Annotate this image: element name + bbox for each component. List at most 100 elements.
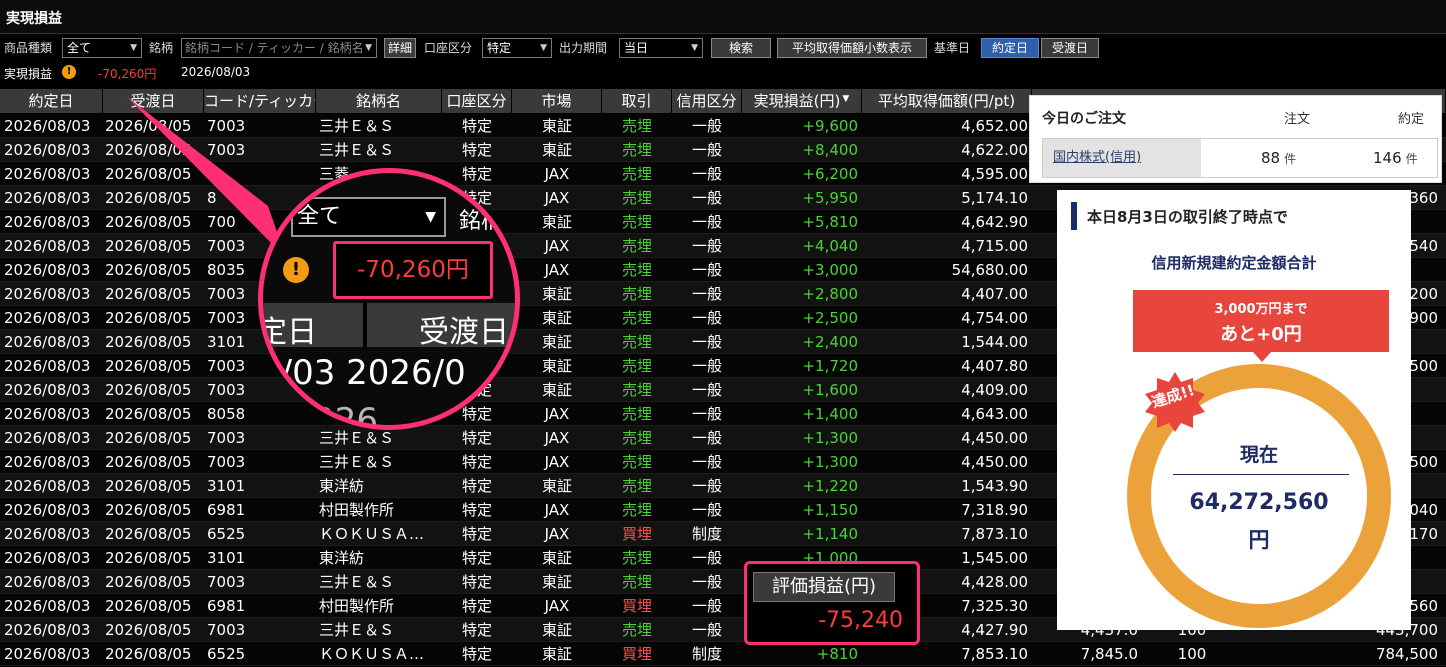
cell-trade: 売埋 <box>621 117 652 135</box>
cell-account: 特定 <box>461 117 492 135</box>
cell-brand: 三井Ｅ＆Ｓ <box>319 141 395 159</box>
col-market[interactable]: 市場 <box>512 89 602 113</box>
product-type-select[interactable]: 全て ▼ <box>62 38 142 58</box>
summary-value: -70,260円 <box>98 67 157 81</box>
cell-brand: 三井Ｅ＆Ｓ <box>319 621 395 639</box>
magnified-product-select: 全て ▼ <box>291 197 446 237</box>
cell-trade: 買埋 <box>621 597 652 615</box>
col-realized-pl-label: 実現損益(円) <box>753 92 841 110</box>
magnified-brand-label: 銘柄 <box>459 209 504 234</box>
cell-market: 東証 <box>541 477 572 495</box>
col-account[interactable]: 口座区分 <box>442 89 512 113</box>
cell-code: 7003 <box>207 429 246 447</box>
cell-realized-pl: +810 <box>816 645 858 663</box>
order-count-unit: 件 <box>1284 152 1297 166</box>
cell-avg-price: 5,174.10 <box>961 189 1028 207</box>
current-divider <box>1173 474 1349 475</box>
cell-realized-pl: +2,500 <box>802 309 858 327</box>
cell-account: 特定 <box>461 501 492 519</box>
cell-account: 特定 <box>461 597 492 615</box>
avg-price-decimal-button[interactable]: 平均取得価額小数表示 <box>777 38 927 58</box>
cell-avg-price: 4,622.00 <box>961 141 1028 159</box>
cell-settle-date: 2026/08/05 <box>105 141 192 159</box>
period-select[interactable]: 当日 ▼ <box>619 38 703 58</box>
cell-market: JAX <box>544 405 570 423</box>
fill-count-value: 146 <box>1373 149 1402 167</box>
cell-trade-date: 2026/08/03 <box>4 189 91 207</box>
search-button[interactable]: 検索 <box>711 38 771 58</box>
cell-margin-type: 一般 <box>691 501 722 519</box>
col-trade[interactable]: 取引 <box>602 89 672 113</box>
cell-margin-type: 一般 <box>691 213 722 231</box>
cell-trade: 売埋 <box>621 213 652 231</box>
period-label: 出力期間 <box>559 41 608 55</box>
cell-code: 3101 <box>207 477 246 495</box>
brand-input[interactable]: 銘柄コード / ティッカー / 銘柄名 ▼ <box>181 38 377 58</box>
cell-realized-pl: +1,400 <box>802 405 858 423</box>
cell-market: JAX <box>544 237 570 255</box>
cell-margin-type: 制度 <box>691 645 722 663</box>
cell-avg-price: 7,853.10 <box>961 645 1028 663</box>
summary-label: 実現損益 <box>4 67 53 81</box>
cell-settle-date: 2026/08/05 <box>105 477 192 495</box>
cell-trade: 売埋 <box>621 285 652 303</box>
product-type-value: 全て <box>67 41 92 55</box>
sort-desc-icon: ▼ <box>842 94 850 104</box>
target-banner-line1: 3,000万円まで <box>1214 302 1308 317</box>
cell-brand: 村田製作所 <box>319 501 395 519</box>
col-settle-date[interactable]: 受渡日 <box>103 89 204 113</box>
cell-settle-date: 2026/08/05 <box>105 285 192 303</box>
basis-settle-date-button[interactable]: 受渡日 <box>1041 38 1099 58</box>
account-value: 特定 <box>487 41 512 55</box>
warning-icon[interactable]: ! <box>62 65 76 79</box>
page-title: 実現損益 <box>6 11 62 27</box>
cell-amount: 784,500 <box>1375 645 1438 663</box>
col-trade-date[interactable]: 約定日 <box>0 89 103 113</box>
cell-realized-pl: +1,150 <box>802 501 858 519</box>
cell-trade: 売埋 <box>621 477 652 495</box>
col-brand[interactable]: 銘柄名 <box>316 89 442 113</box>
basis-label: 基準日 <box>934 41 971 55</box>
cell-brand: 東洋紡 <box>319 477 365 495</box>
cell-margin-type: 一般 <box>691 141 722 159</box>
cell-brand: 三井Ｅ＆Ｓ <box>319 573 395 591</box>
cell-account: 特定 <box>461 645 492 663</box>
cell-trade-date: 2026/08/03 <box>4 309 91 327</box>
cell-trade-date: 2026/08/03 <box>4 453 91 471</box>
current-amount-unit: 円 <box>1248 528 1270 552</box>
cell-realized-pl: +1,720 <box>802 357 858 375</box>
cell-realized-pl: +2,800 <box>802 285 858 303</box>
cell-settle-date: 2026/08/05 <box>105 117 192 135</box>
cell-trade-date: 2026/08/03 <box>4 429 91 447</box>
cell-market: 東証 <box>541 645 572 663</box>
account-select[interactable]: 特定 ▼ <box>482 38 552 58</box>
cell-margin-type: 一般 <box>691 405 722 423</box>
cell-margin-type: 一般 <box>691 573 722 591</box>
detail-button[interactable]: 詳細 <box>384 38 416 58</box>
cell-market: 東証 <box>541 213 572 231</box>
achievement-subtitle: 信用新規建約定金額合計 <box>1151 254 1317 272</box>
achieved-badge-icon: 達成!! <box>1145 372 1205 432</box>
cell-margin-type: 一般 <box>691 285 722 303</box>
table-row[interactable]: 2026/08/03 2026/08/05 6525 ＫＯＫＵＳＡ… 特定 東証 買埋 制度 +… <box>0 642 1446 666</box>
orders-row-link[interactable]: 国内株式(信用) <box>1043 139 1201 177</box>
col-code[interactable]: コード/ティッカー <box>204 89 316 113</box>
fill-count-unit: 件 <box>1405 152 1418 166</box>
magnified-row: 8/03 2026/0 <box>259 353 466 393</box>
magnified-header-trade: 定日 <box>258 315 317 350</box>
cell-market: 東証 <box>541 141 572 159</box>
cell-trade: 売埋 <box>621 573 652 591</box>
cell-margin-type: 一般 <box>691 597 722 615</box>
cell-trade: 売埋 <box>621 261 652 279</box>
cell-price: 7,845.0 <box>1080 645 1138 663</box>
col-realized-pl[interactable]: 実現損益(円) ▼ <box>742 89 862 113</box>
valuation-pl-value: -75,240 <box>818 608 903 633</box>
cell-trade-date: 2026/08/03 <box>4 381 91 399</box>
cell-trade-date: 2026/08/03 <box>4 621 91 639</box>
cell-settle-date: 2026/08/05 <box>105 165 192 183</box>
basis-trade-date-button[interactable]: 約定日 <box>981 38 1039 58</box>
col-avg-price[interactable]: 平均取得価額(円/pt) <box>862 89 1032 113</box>
cell-market: JAX <box>544 165 570 183</box>
col-margin-type[interactable]: 信用区分 <box>672 89 742 113</box>
cell-realized-pl: +9,600 <box>802 117 858 135</box>
